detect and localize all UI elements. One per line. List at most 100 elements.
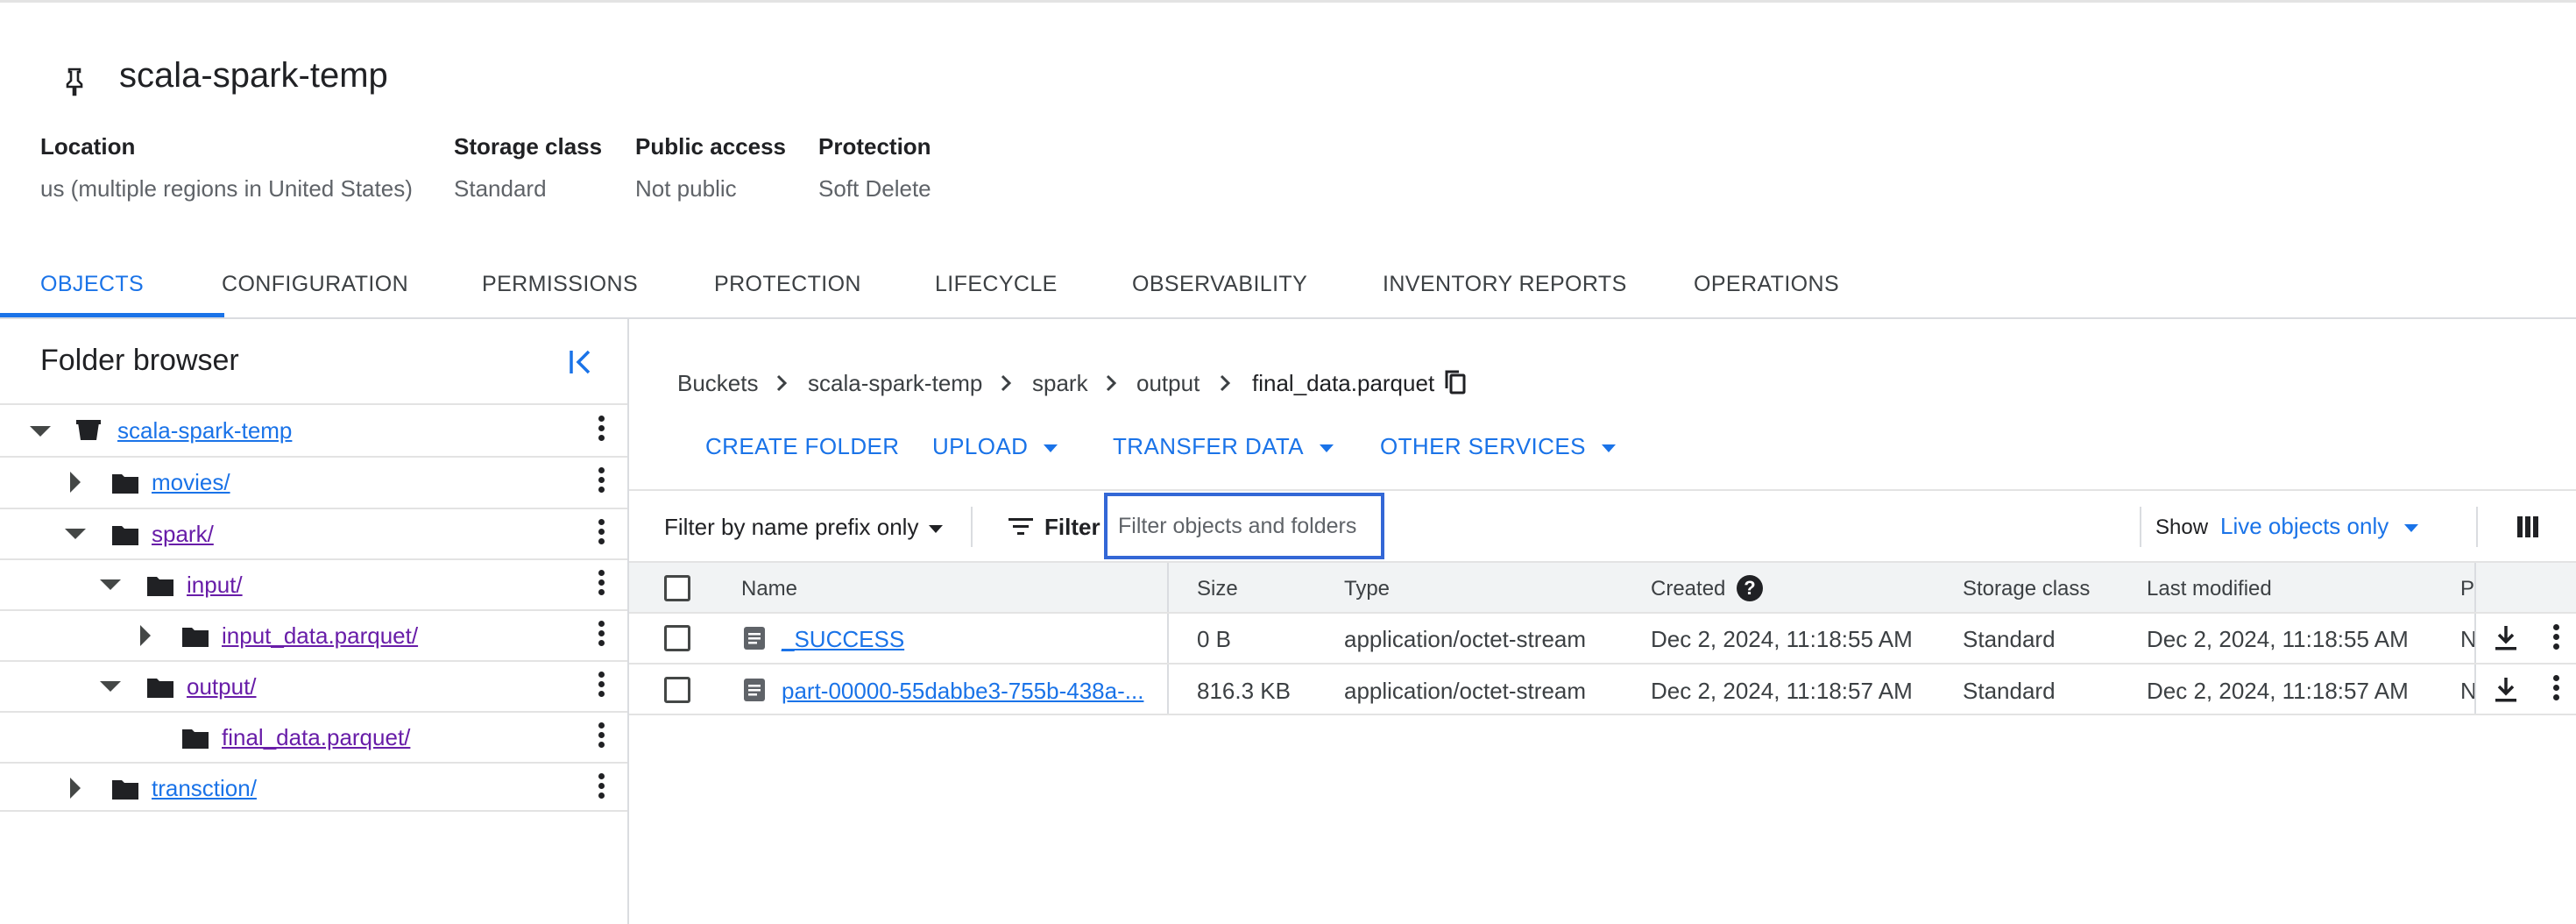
column-header-size[interactable]: Size [1197,577,1238,601]
tree-item-label[interactable]: transction/ [152,775,257,802]
column-header-storage-class[interactable]: Storage class [1963,577,2090,601]
tab-lifecycle[interactable]: LIFECYCLE [935,272,1058,297]
more-vert-icon[interactable] [596,621,606,650]
chevron-right-icon[interactable] [70,472,81,493]
column-header-created[interactable]: Created [1651,577,1725,601]
location-value: us (multiple regions in United States) [40,175,413,202]
tree-item-label[interactable]: output/ [187,673,257,700]
collapse-panel-icon[interactable] [566,347,596,377]
more-vert-icon[interactable] [596,416,606,445]
filter-bar-top-border [629,489,2576,491]
tree-item-output[interactable]: output/ [0,661,627,712]
object-storage-class: Standard [1963,678,2056,704]
chevron-right-icon[interactable] [70,778,81,799]
create-folder-button[interactable]: CREATE FOLDER [705,433,899,460]
tree-item-scala-spark-temp[interactable]: scala-spark-temp [0,405,627,456]
tree-divider [0,810,627,812]
chevron-down-icon[interactable] [30,426,51,437]
object-truncated-cell: N [2460,678,2474,704]
column-header-truncated[interactable]: P [2460,577,2474,601]
filter-mode-select[interactable]: Filter by name prefix only [664,514,944,541]
dropdown-arrow-icon [929,524,944,533]
download-icon[interactable] [2493,676,2519,704]
columns-icon[interactable] [2516,515,2539,538]
chevron-down-icon[interactable] [65,529,86,539]
protection-label: Protection [818,133,931,160]
tree-item-label[interactable]: spark/ [152,521,214,548]
tab-objects[interactable]: OBJECTS [40,272,144,297]
filter-input[interactable] [1104,493,1384,559]
object-type: application/octet-stream [1344,678,1587,704]
tree-item-label[interactable]: scala-spark-temp [117,417,292,444]
more-vert-icon[interactable] [2551,624,2561,654]
more-vert-icon[interactable] [596,722,606,752]
tab-observability[interactable]: OBSERVABILITY [1132,272,1307,297]
chevron-right-icon [776,374,788,392]
show-objects-select[interactable]: Live objects only [2220,513,2419,540]
dropdown-arrow-icon [1320,444,1334,452]
show-label: Show [2155,515,2209,539]
chevron-down-icon[interactable] [100,681,121,692]
columns-divider [2476,507,2478,547]
tree-item-label[interactable]: input/ [187,572,243,599]
other-services-button[interactable]: OTHER SERVICES [1380,433,1616,460]
row-checkbox[interactable] [664,625,690,651]
object-last-modified: Dec 2, 2024, 11:18:57 AM [2147,678,2409,704]
chevron-right-icon[interactable] [140,625,151,646]
active-tab-indicator [0,313,224,317]
download-icon[interactable] [2493,624,2519,652]
folder-browser-title: Folder browser [40,344,239,377]
tab-operations[interactable]: OPERATIONS [1694,272,1839,297]
tree-item-spark[interactable]: spark/ [0,508,627,559]
transfer-data-button[interactable]: TRANSFER DATA [1113,433,1334,460]
chevron-down-icon[interactable] [100,579,121,590]
more-vert-icon[interactable] [596,570,606,600]
more-vert-icon[interactable] [2551,675,2561,705]
tab-protection[interactable]: PROTECTION [714,272,861,297]
object-name-link[interactable]: _SUCCESS [782,626,904,653]
tree-item-label[interactable]: final_data.parquet/ [222,724,410,751]
column-header-last-modified[interactable]: Last modified [2147,577,2272,601]
more-vert-icon[interactable] [596,773,606,803]
more-vert-icon[interactable] [596,519,606,549]
tab-permissions[interactable]: PERMISSIONS [482,272,638,297]
more-vert-icon[interactable] [596,672,606,701]
tabs-divider [0,317,2576,319]
storage-class-value: Standard [454,175,547,202]
filter-mode-label: Filter by name prefix only [664,514,919,540]
breadcrumb-output[interactable]: output [1136,370,1200,397]
folder-icon [182,628,209,647]
object-last-modified: Dec 2, 2024, 11:18:55 AM [2147,626,2409,652]
column-header-type[interactable]: Type [1344,577,1390,601]
help-icon[interactable]: ? [1737,575,1763,601]
tree-item-label[interactable]: input_data.parquet/ [222,622,418,650]
row-checkbox[interactable] [664,677,690,703]
other-services-label: OTHER SERVICES [1380,433,1586,459]
tree-item-final-data-parquet[interactable]: final_data.parquet/ [0,712,627,763]
breadcrumb-buckets[interactable]: Buckets [677,370,759,397]
transfer-data-label: TRANSFER DATA [1113,433,1305,459]
upload-button[interactable]: UPLOAD [932,433,1058,460]
chevron-right-icon [1220,374,1231,392]
show-value: Live objects only [2220,513,2389,539]
upload-label: UPLOAD [932,433,1029,459]
select-all-checkbox[interactable] [664,575,690,601]
filter-button[interactable]: Filter [1008,511,1100,543]
tab-inventory-reports[interactable]: INVENTORY REPORTS [1383,272,1627,297]
storage-class-label: Storage class [454,133,603,160]
copy-icon[interactable] [1444,369,1467,395]
column-header-name[interactable]: Name [741,577,797,601]
tree-item-input-data-parquet[interactable]: input_data.parquet/ [0,610,627,661]
breadcrumb-bucket[interactable]: scala-spark-temp [808,370,982,397]
object-name-link[interactable]: part-00000-55dabbe3-755b-438a-... [782,678,1143,705]
more-vert-icon[interactable] [596,467,606,497]
pin-icon[interactable] [61,67,88,96]
tree-item-movies[interactable]: movies/ [0,457,627,508]
file-icon [744,627,765,650]
tree-item-label[interactable]: movies/ [152,469,230,496]
tree-item-input[interactable]: input/ [0,559,627,610]
bucket-icon [76,420,101,440]
tab-configuration[interactable]: CONFIGURATION [222,272,408,297]
tree-item-transction[interactable]: transction/ [0,763,627,814]
breadcrumb-spark[interactable]: spark [1032,370,1088,397]
